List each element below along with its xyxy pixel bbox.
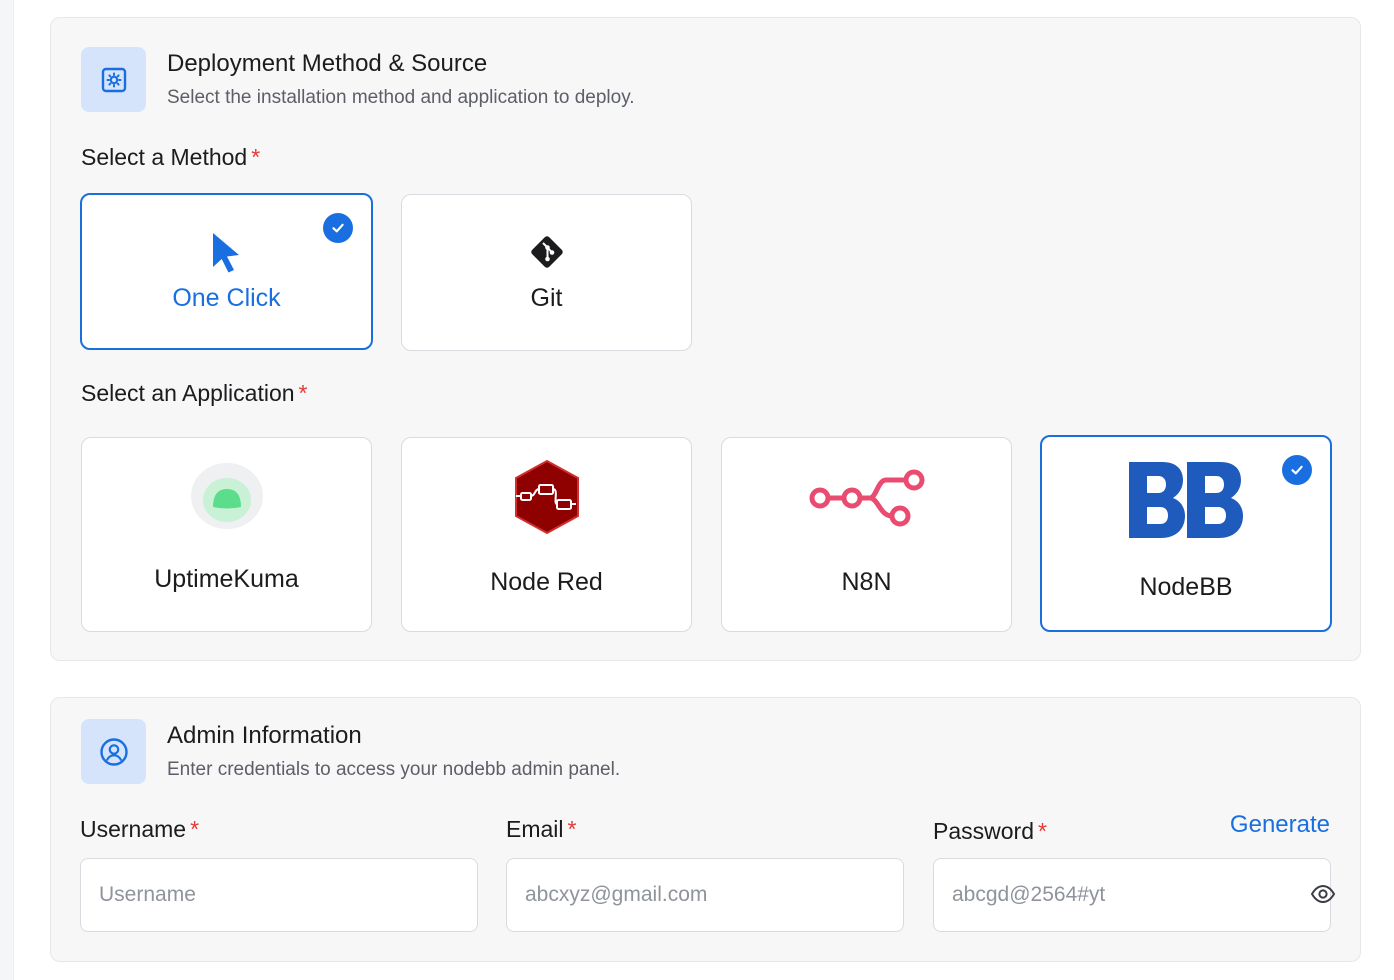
eye-icon[interactable] <box>1310 883 1336 905</box>
method-label: Select a Method * <box>81 144 260 171</box>
app-n8n-card[interactable]: N8N <box>721 437 1012 632</box>
left-rail <box>0 0 14 980</box>
application-label-text: Select an Application <box>81 380 295 406</box>
required-mark: * <box>567 816 577 842</box>
required-mark: * <box>190 816 200 842</box>
username-label: Username * <box>80 816 199 843</box>
section-title: Admin Information <box>167 722 362 749</box>
app-node-red-card[interactable]: Node Red <box>401 437 692 632</box>
method-label-text: Select a Method <box>81 144 248 170</box>
username-label-text: Username <box>80 816 187 842</box>
method-label-git: Git <box>530 284 563 312</box>
git-icon <box>531 236 563 268</box>
user-circle-icon <box>81 719 146 784</box>
email-label: Email * <box>506 816 576 843</box>
section-subtitle: Enter credentials to access your nodebb … <box>167 759 621 780</box>
username-input[interactable] <box>80 858 478 932</box>
app-label-node-red: Node Red <box>490 568 603 596</box>
required-mark: * <box>251 144 261 170</box>
email-input[interactable] <box>506 858 904 932</box>
check-icon <box>1282 455 1312 485</box>
n8n-logo <box>809 469 925 527</box>
settings-icon <box>81 47 146 112</box>
password-label: Password * <box>933 818 1047 845</box>
app-uptimekuma-card[interactable]: UptimeKuma <box>81 437 372 632</box>
node-red-logo <box>515 459 579 535</box>
application-label: Select an Application * <box>81 380 308 407</box>
app-label-n8n: N8N <box>841 568 892 596</box>
app-label-nodebb: NodeBB <box>1139 573 1233 601</box>
admin-section: Admin Information Enter credentials to a… <box>50 697 1361 962</box>
deployment-section: Deployment Method & Source Select the in… <box>50 17 1361 661</box>
required-mark: * <box>1037 818 1047 844</box>
required-mark: * <box>298 380 308 406</box>
email-label-text: Email <box>506 816 564 842</box>
app-nodebb-card[interactable]: NodeBB <box>1040 435 1332 632</box>
method-label-one-click: One Click <box>172 284 281 312</box>
uptimekuma-logo <box>191 463 263 529</box>
app-label-uptimekuma: UptimeKuma <box>154 565 299 593</box>
generate-password-button[interactable]: Generate <box>1230 811 1330 839</box>
password-input[interactable] <box>933 858 1331 932</box>
section-subtitle: Select the installation method and appli… <box>167 87 635 108</box>
password-label-text: Password <box>933 818 1034 844</box>
method-one-click-card[interactable]: One Click <box>80 193 373 350</box>
check-icon <box>323 213 353 243</box>
section-title: Deployment Method & Source <box>167 50 488 77</box>
method-git-card[interactable]: Git <box>401 194 692 351</box>
nodebb-logo <box>1129 462 1243 538</box>
cursor-icon <box>213 233 239 273</box>
